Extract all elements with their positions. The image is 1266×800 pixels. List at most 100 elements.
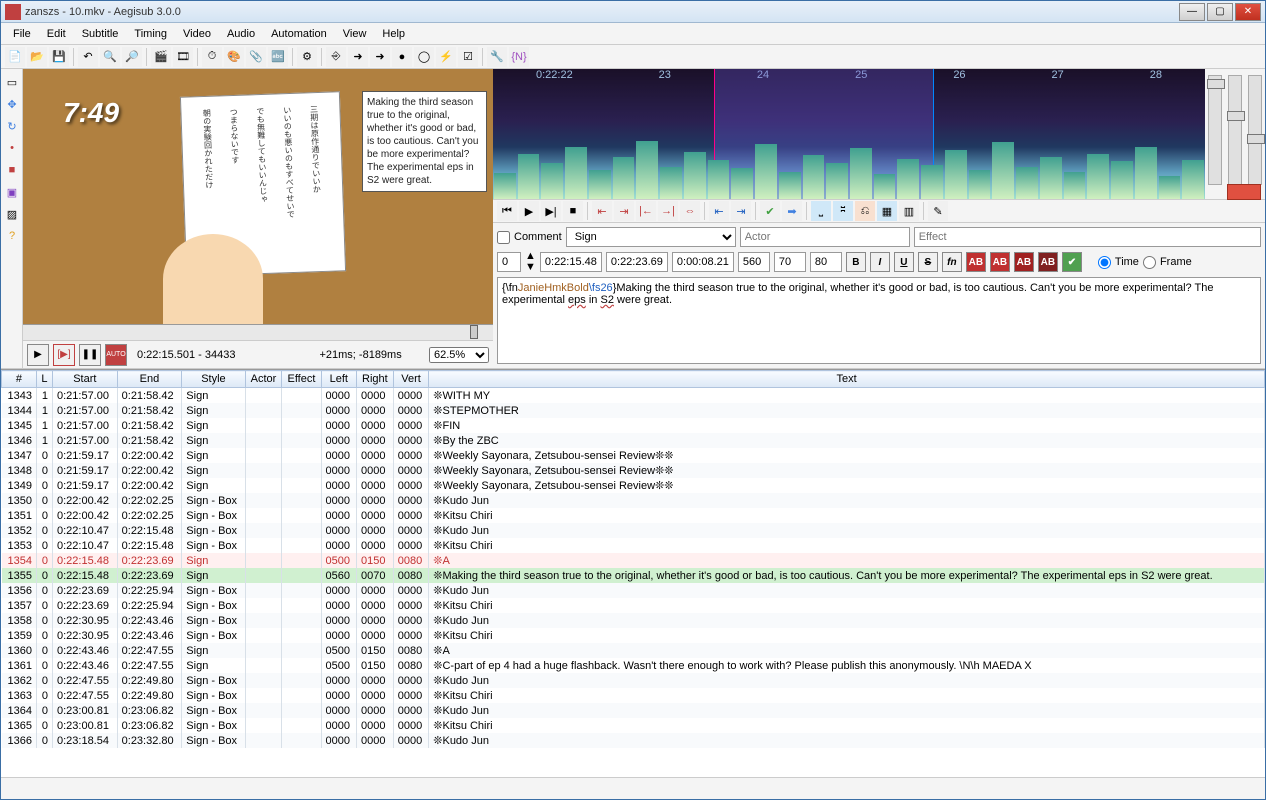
color4-button[interactable]: AB — [1038, 252, 1058, 272]
table-row[interactable]: 134510:21:57.000:21:58.42Sign00000000000… — [2, 418, 1265, 433]
maximize-button[interactable]: ▢ — [1207, 3, 1233, 21]
titlebar[interactable]: zanszs - 10.mkv - Aegisub 3.0.0 — ▢ ✕ — [1, 1, 1265, 23]
audio-commit-icon[interactable]: ✔ — [760, 201, 780, 221]
tool-i-icon[interactable]: 🔧 — [487, 47, 507, 67]
table-row[interactable]: 136300:22:47.550:22:49.80Sign - Box00000… — [2, 688, 1265, 703]
shift-icon[interactable]: ⏱ — [202, 47, 222, 67]
autoscroll-button[interactable]: AUTO — [105, 344, 127, 366]
spectrogram[interactable]: 0:22:22232425262728 — [493, 69, 1205, 199]
menu-subtitle[interactable]: Subtitle — [74, 25, 127, 43]
fontname-button[interactable]: fn — [942, 252, 962, 272]
frame-radio[interactable] — [1143, 256, 1156, 269]
bold-button[interactable]: B — [846, 252, 866, 272]
clip-icon[interactable]: ▣ — [3, 183, 21, 201]
hzoom-slider[interactable] — [1208, 75, 1222, 185]
audio-leadin-icon[interactable]: ⇤ — [709, 201, 729, 221]
tool-c-icon[interactable]: ➜ — [348, 47, 368, 67]
audio-display[interactable]: 0:22:22232425262728 — [493, 69, 1265, 199]
table-row[interactable]: 134410:21:57.000:21:58.42Sign00000000000… — [2, 403, 1265, 418]
table-row[interactable]: 135000:22:00.420:22:02.25Sign - Box00000… — [2, 493, 1265, 508]
audio-leadout-icon[interactable]: ⇥ — [731, 201, 751, 221]
menu-file[interactable]: File — [5, 25, 39, 43]
tool-b-icon[interactable]: ⎆ — [326, 47, 346, 67]
margin-vert-input[interactable] — [810, 252, 842, 272]
audio-stop-icon[interactable]: ■ — [563, 201, 583, 221]
rotate-xy-icon[interactable]: • — [3, 139, 21, 157]
close-button[interactable]: ✕ — [1235, 3, 1261, 21]
underline-button[interactable]: U — [894, 252, 914, 272]
audio-go-icon[interactable]: ➡ — [782, 201, 802, 221]
audio-last-icon[interactable]: →| — [658, 201, 678, 221]
table-row[interactable]: 135900:22:30.950:22:43.46Sign - Box00000… — [2, 628, 1265, 643]
audio-opt2-icon[interactable]: ⎶ — [833, 201, 853, 221]
end-time-input[interactable] — [606, 252, 668, 272]
vector-clip-icon[interactable]: ▨ — [3, 205, 21, 223]
audio-opt1-icon[interactable]: ⎵ — [811, 201, 831, 221]
audio-karaoke-icon[interactable]: ✎ — [928, 201, 948, 221]
audio-playsel-icon[interactable]: ▶| — [541, 201, 561, 221]
vzoom-slider[interactable] — [1228, 75, 1242, 185]
table-row[interactable]: 134610:21:57.000:21:58.42Sign00000000000… — [2, 433, 1265, 448]
pause-button[interactable]: ❚❚ — [79, 344, 101, 366]
audio-after-icon[interactable]: ⇥ — [614, 201, 634, 221]
rotate-z-icon[interactable]: ↻ — [3, 117, 21, 135]
color3-button[interactable]: AB — [1014, 252, 1034, 272]
table-row[interactable]: 134800:21:59.170:22:00.42Sign00000000000… — [2, 463, 1265, 478]
scale-icon[interactable]: ■ — [3, 161, 21, 179]
table-row[interactable]: 135300:22:10.470:22:15.48Sign - Box00000… — [2, 538, 1265, 553]
menu-edit[interactable]: Edit — [39, 25, 74, 43]
table-row[interactable]: 135400:22:15.480:22:23.69Sign05000150008… — [2, 553, 1265, 568]
table-row[interactable]: 136400:23:00.810:23:06.82Sign - Box00000… — [2, 703, 1265, 718]
comment-checkbox[interactable] — [497, 231, 510, 244]
column-header[interactable]: Right — [357, 371, 394, 388]
table-row[interactable]: 134900:21:59.170:22:00.42Sign00000000000… — [2, 478, 1265, 493]
column-header[interactable]: Effect — [282, 371, 321, 388]
column-header[interactable]: Style — [182, 371, 245, 388]
menu-audio[interactable]: Audio — [219, 25, 263, 43]
zoom-select[interactable]: 62.5% — [429, 347, 489, 363]
column-header[interactable]: Vert — [393, 371, 428, 388]
column-header[interactable]: # — [2, 371, 37, 388]
open-icon[interactable]: 📂 — [27, 47, 47, 67]
table-row[interactable]: 135700:22:23.690:22:25.94Sign - Box00000… — [2, 598, 1265, 613]
audio-spectrum-icon[interactable]: ▦ — [877, 201, 897, 221]
table-row[interactable]: 135100:22:00.420:22:02.25Sign - Box00000… — [2, 508, 1265, 523]
replace-icon[interactable]: 🔎 — [122, 47, 142, 67]
layer-input[interactable] — [497, 252, 521, 272]
tool-g-icon[interactable]: ⚡ — [436, 47, 456, 67]
link-button[interactable] — [1227, 184, 1261, 200]
video-frame[interactable]: 7:49 朝の実験回かれただけつまらないですでも無難してもいいんじゃいいのも悪い… — [23, 69, 493, 324]
tool-e-icon[interactable]: ● — [392, 47, 412, 67]
menu-view[interactable]: View — [335, 25, 375, 43]
menu-video[interactable]: Video — [175, 25, 219, 43]
color2-button[interactable]: AB — [990, 252, 1010, 272]
tool-h-icon[interactable]: ☑ — [458, 47, 478, 67]
tool-j-icon[interactable]: {N} — [509, 47, 529, 67]
table-row[interactable]: 135800:22:30.950:22:43.46Sign - Box00000… — [2, 613, 1265, 628]
audio-opt3-icon[interactable]: ⎌ — [855, 201, 875, 221]
start-time-input[interactable] — [540, 252, 602, 272]
duration-input[interactable] — [672, 252, 734, 272]
undo-icon[interactable]: ↶ — [78, 47, 98, 67]
seekbar-thumb[interactable] — [470, 325, 478, 339]
help-icon[interactable]: ? — [3, 227, 21, 245]
table-row[interactable]: 136100:22:43.460:22:47.55Sign05000150008… — [2, 658, 1265, 673]
table-row[interactable]: 136600:23:18.540:23:32.80Sign - Box00000… — [2, 733, 1265, 748]
column-header[interactable]: Start — [52, 371, 117, 388]
subtitle-grid[interactable]: #LStartEndStyleActorEffectLeftRightVertT… — [1, 369, 1265, 777]
menu-timing[interactable]: Timing — [126, 25, 175, 43]
volume-slider[interactable] — [1248, 75, 1262, 185]
table-row[interactable]: 135600:22:23.690:22:25.94Sign - Box00000… — [2, 583, 1265, 598]
audio-play-icon[interactable]: ▶ — [519, 201, 539, 221]
italic-button[interactable]: I — [870, 252, 890, 272]
table-row[interactable]: 135200:22:10.470:22:15.48Sign - Box00000… — [2, 523, 1265, 538]
commit-button[interactable]: ✔ — [1062, 252, 1082, 272]
margin-right-input[interactable] — [774, 252, 806, 272]
table-row[interactable]: 136200:22:47.550:22:49.80Sign - Box00000… — [2, 673, 1265, 688]
column-header[interactable]: L — [36, 371, 52, 388]
audio-before-icon[interactable]: ⇤ — [592, 201, 612, 221]
tool-a-icon[interactable]: ⚙ — [297, 47, 317, 67]
save-icon[interactable]: 💾 — [49, 47, 69, 67]
video-open-icon[interactable]: 🎬 — [151, 47, 171, 67]
font-icon[interactable]: 🔤 — [268, 47, 288, 67]
